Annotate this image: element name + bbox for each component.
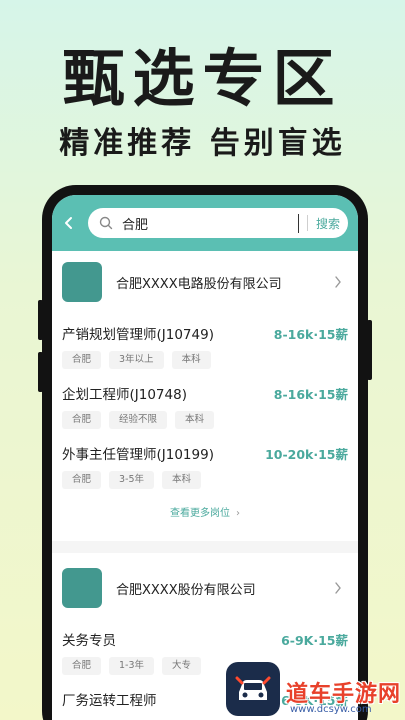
promo-subline: 精准推荐 告别盲选 bbox=[59, 126, 346, 161]
chevron-left-icon bbox=[65, 217, 72, 229]
job-tag-education: 大专 bbox=[162, 657, 202, 675]
job-tag-education: 本科 bbox=[171, 351, 211, 369]
job-tag-education: 本科 bbox=[162, 471, 202, 489]
job-salary: 8-16k·15薪 bbox=[273, 326, 348, 342]
search-divider bbox=[306, 215, 308, 231]
section-divider bbox=[52, 541, 358, 553]
company-logo bbox=[62, 262, 102, 302]
company-name: 合肥XXXX电路股份有限公司 bbox=[116, 276, 282, 292]
job-tag-experience: 3-5年 bbox=[109, 471, 155, 489]
job-tag-experience: 1-3年 bbox=[109, 657, 155, 675]
job-tag-city: 合肥 bbox=[62, 657, 102, 675]
job-salary: 8-16k·15薪 bbox=[273, 386, 348, 402]
job-salary: 6-9K·15薪 bbox=[281, 632, 348, 648]
back-button[interactable] bbox=[58, 212, 80, 234]
phone-side-button bbox=[367, 320, 372, 380]
company-logo bbox=[62, 568, 102, 608]
job-tag-city: 合肥 bbox=[62, 471, 102, 489]
search-button[interactable]: 搜索 bbox=[316, 215, 340, 232]
chevron-right-icon bbox=[332, 276, 344, 288]
job-title: 外事主任管理师(J10199) bbox=[62, 447, 214, 463]
more-jobs-label: 查看更多岗位 bbox=[170, 508, 230, 519]
company-header[interactable]: 合肥XXXX股份有限公司 bbox=[52, 557, 358, 619]
search-value[interactable]: 合肥 bbox=[122, 213, 299, 233]
job-tag-experience: 3年以上 bbox=[109, 351, 164, 369]
search-bar: 合肥 搜索 bbox=[52, 195, 358, 251]
search-input[interactable]: 合肥 搜索 bbox=[88, 208, 348, 238]
job-item[interactable]: 外事主任管理师(J10199) 10-20k·15薪 合肥 3-5年 本科 bbox=[52, 441, 358, 489]
promo-headline: 甄选专区 bbox=[62, 42, 343, 115]
app-screen: 合肥 搜索 合肥XXXX电路股份有限公司 产销规划管理师(J10749) 8-1… bbox=[52, 195, 358, 720]
search-icon bbox=[98, 215, 114, 231]
car-logo-icon bbox=[226, 662, 280, 716]
chevron-right-icon: › bbox=[236, 508, 240, 519]
company-name: 合肥XXXX股份有限公司 bbox=[116, 582, 256, 598]
phone-side-button bbox=[38, 300, 43, 340]
job-tag-city: 合肥 bbox=[62, 411, 102, 429]
job-item[interactable]: 企划工程师(J10748) 8-16k·15薪 合肥 经验不限 本科 bbox=[52, 381, 358, 429]
job-title: 产销规划管理师(J10749) bbox=[62, 327, 214, 343]
job-title: 厂务运转工程师 bbox=[62, 693, 157, 709]
job-title: 关务专员 bbox=[62, 633, 116, 649]
site-watermark: 道车手游网 www.dcsyw.com bbox=[226, 662, 405, 720]
job-tag-education: 本科 bbox=[175, 411, 215, 429]
more-jobs-link[interactable]: 查看更多岗位 › bbox=[52, 497, 358, 531]
job-title: 企划工程师(J10748) bbox=[62, 387, 187, 403]
job-tag-city: 合肥 bbox=[62, 351, 102, 369]
chevron-right-icon bbox=[332, 582, 344, 594]
job-item[interactable]: 产销规划管理师(J10749) 8-16k·15薪 合肥 3年以上 本科 bbox=[52, 321, 358, 369]
watermark-url: www.dcsyw.com bbox=[290, 704, 372, 715]
job-tag-experience: 经验不限 bbox=[109, 411, 168, 429]
job-salary: 10-20k·15薪 bbox=[265, 446, 348, 462]
company-header[interactable]: 合肥XXXX电路股份有限公司 bbox=[52, 251, 358, 313]
phone-side-button bbox=[38, 352, 43, 392]
